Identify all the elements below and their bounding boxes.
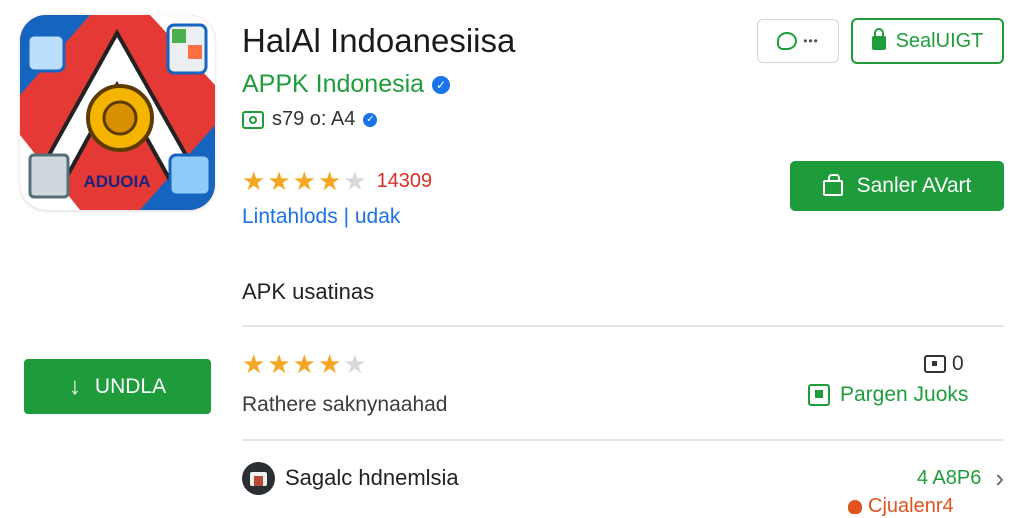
report-link[interactable]: Pargen Juoks: [808, 383, 968, 407]
app-icon: ADUOIA: [20, 15, 215, 210]
divider: [242, 439, 1004, 441]
comment-count: 0: [952, 352, 964, 375]
star-icon: ★: [317, 349, 342, 379]
verified-badge-icon: ✓: [432, 75, 451, 94]
primary-action-button[interactable]: Sanler AVart: [790, 161, 1004, 211]
download-button[interactable]: ↓ UNDLA: [24, 359, 211, 414]
comment-counter[interactable]: 0: [924, 352, 964, 376]
bottom-partial-label: Cjualenr4: [868, 495, 954, 517]
primary-action-label: Sanler AVart: [856, 174, 972, 197]
category-links[interactable]: Lintahlods | udak: [242, 205, 400, 229]
flag-icon: [808, 384, 830, 406]
divider: [242, 325, 1004, 327]
star-icon: ★: [267, 349, 291, 379]
meta-row: s79 o: A4 ✓: [242, 108, 378, 131]
section-label: APK usatinas: [242, 279, 375, 304]
shopping-bag-icon: [822, 174, 843, 196]
review-stars: ★ ★ ★ ★ ★: [242, 351, 367, 377]
star-icon: ★: [242, 166, 266, 196]
rating-count: 14309: [376, 169, 433, 192]
report-link-label: Pargen Juoks: [840, 383, 969, 406]
rating-stars: ★ ★ ★ ★ ★: [242, 168, 367, 194]
lock-icon: [871, 28, 886, 50]
bottom-partial-item: Cjualenr4: [848, 495, 954, 518]
chat-bubble-icon: [777, 32, 798, 50]
star-empty-icon: ★: [343, 166, 367, 196]
star-icon: ★: [292, 349, 316, 379]
star-icon: ★: [267, 166, 291, 196]
review-text: Rathere saknynaahad: [242, 393, 448, 416]
fire-icon: [848, 499, 862, 514]
comment-icon: [924, 355, 946, 373]
list-item[interactable]: Sagalc hdnemlsia 4 A8P6 ›: [242, 460, 1004, 496]
star-icon: ★: [242, 349, 266, 379]
meta-text: s79 o: A4: [272, 108, 356, 130]
secure-button-label: SealUIGT: [895, 29, 984, 52]
chat-button[interactable]: •••: [757, 19, 839, 63]
secure-button[interactable]: SealUIGT: [851, 18, 1004, 64]
developer-row[interactable]: APPK Indonesia ✓: [242, 70, 451, 99]
download-arrow-icon: ↓: [68, 372, 81, 400]
star-icon: ★: [292, 166, 316, 196]
camera-icon: [242, 110, 264, 129]
app-title: HalAl Indoanesiisa: [242, 22, 516, 59]
info-badge-icon: ✓: [363, 112, 378, 127]
rating-row: ★ ★ ★ ★ ★ 14309: [242, 168, 432, 194]
avatar: [242, 461, 275, 495]
list-item-name: Sagalc hdnemlsia: [285, 465, 459, 490]
developer-name[interactable]: APPK Indonesia: [242, 70, 424, 99]
star-empty-icon: ★: [343, 349, 367, 379]
chevron-right-icon[interactable]: ›: [995, 465, 1004, 491]
star-icon: ★: [317, 166, 342, 196]
app-icon-label: ADUOIA: [83, 172, 150, 191]
download-button-label: UNDLA: [94, 374, 167, 398]
more-dots-icon: •••: [803, 34, 819, 48]
list-item-size: 4 A8P6: [916, 466, 982, 489]
